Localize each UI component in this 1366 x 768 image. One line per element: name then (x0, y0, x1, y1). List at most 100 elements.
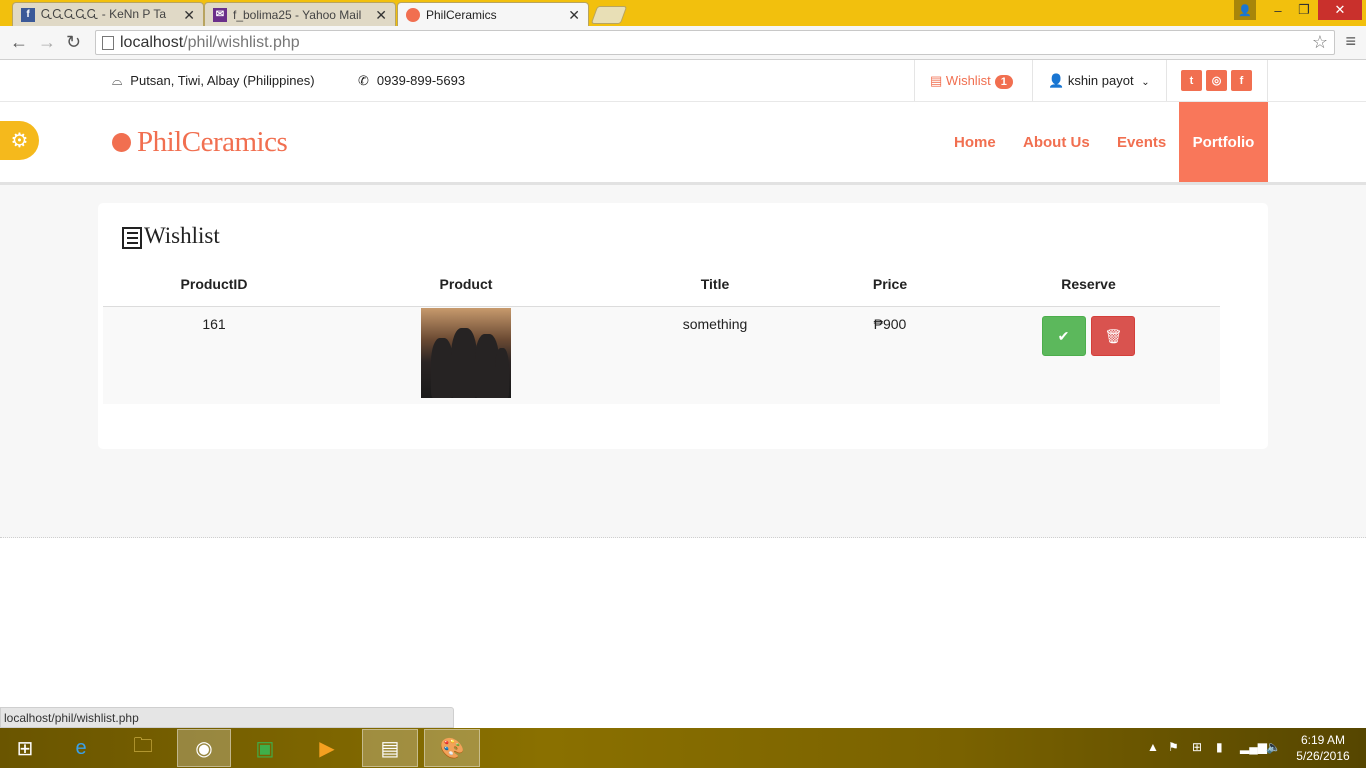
url-host: localhost (120, 34, 184, 51)
tab-title: ᏩᏩᏩᏩᏩ - KeNn P Ta (41, 7, 167, 21)
column-header: ProductID (103, 273, 325, 307)
user-menu[interactable]: 👤 kshin payot ⌄ (1048, 73, 1150, 89)
tab-title: f_bolima25 - Yahoo Mail (233, 7, 362, 22)
divider (1032, 60, 1033, 101)
list-icon: ▤ (930, 73, 943, 88)
nav-events[interactable]: Events (1117, 102, 1166, 182)
delete-button[interactable]: 🗑 (1091, 316, 1136, 356)
browser-tab[interactable]: ✉ f_bolima25 - Yahoo Mail ✕ (204, 2, 396, 26)
facebook-icon[interactable]: f (1231, 70, 1252, 91)
clock-date: 5/26/2016 (1296, 749, 1350, 763)
site-info-bar: ⌓ Putsan, Tiwi, Albay (Philippines) ✆ 0939… (0, 60, 1366, 102)
logo-text: PhilCeramics (137, 126, 288, 158)
site-logo[interactable]: PhilCeramics (112, 126, 288, 159)
price-cell: ₱900 (823, 306, 957, 404)
show-hidden-icons-icon[interactable]: ▲ (1147, 740, 1159, 754)
close-icon[interactable]: ✕ (568, 7, 580, 24)
reserve-button[interactable]: ✔ (1041, 316, 1086, 356)
paint-icon[interactable]: 🎨 (424, 729, 480, 767)
mail-icon: ✉ (213, 7, 227, 22)
taskbar-clock[interactable]: 6:19 AM 5/26/2016 (1290, 732, 1356, 764)
list-icon (122, 227, 142, 249)
column-header: Product (325, 273, 607, 307)
minimize-icon[interactable]: – (1266, 0, 1290, 20)
username: kshin payot (1067, 73, 1134, 88)
phone-info: ✆ 0939-899-5693 (358, 73, 465, 89)
file-explorer-icon[interactable]: 🗀 (118, 729, 168, 767)
reload-icon[interactable]: ↻ (66, 32, 81, 53)
clock-time: 6:19 AM (1300, 733, 1346, 747)
browser-tab-strip: f ᏩᏩᏩᏩᏩ - KeNn P Ta ✕ ✉ f_bolima25 - Yah… (0, 0, 1366, 26)
chevron-down-icon: ⌄ (1141, 77, 1150, 88)
new-tab-button[interactable] (590, 6, 628, 24)
windows-icon[interactable]: ⊞ (1192, 740, 1202, 754)
divider (1166, 60, 1167, 101)
close-icon[interactable]: ✕ (375, 7, 387, 24)
wishlist-link[interactable]: ▤ Wishlist 1 (930, 73, 1013, 89)
table-row: 161 something ₱900 ✔ 🗑 (103, 306, 1220, 404)
product-cell (325, 306, 607, 404)
volume-icon[interactable]: 🔈 (1266, 740, 1281, 754)
url-path: /phil/wishlist.php (183, 34, 300, 51)
close-icon[interactable]: ✕ (183, 7, 195, 24)
phone-text: 0939-899-5693 (376, 73, 466, 88)
instagram-icon[interactable]: ◎ (1206, 70, 1227, 91)
column-header: Price (823, 273, 957, 307)
browser-tab[interactable]: f ᏩᏩᏩᏩᏩ - KeNn P Ta ✕ (12, 2, 204, 26)
nav-about-us[interactable]: About Us (1023, 102, 1090, 182)
flag-icon[interactable]: ⚑ (1168, 740, 1179, 754)
logo-dot-icon (112, 133, 131, 152)
address-info: ⌓ Putsan, Tiwi, Albay (Philippines) (112, 73, 315, 89)
facebook-icon: f (21, 7, 35, 22)
back-icon[interactable]: ← (10, 32, 28, 53)
twitter-icon[interactable]: t (1181, 70, 1202, 91)
status-bar-url: localhost/phil/wishlist.php (0, 707, 454, 728)
chrome-icon[interactable]: ◉ (177, 729, 231, 767)
store-icon[interactable]: ▣ (240, 729, 290, 767)
address-text: Putsan, Tiwi, Albay (Philippines) (130, 73, 315, 88)
media-player-icon[interactable]: ▶ (302, 729, 352, 767)
title-cell: something (607, 306, 823, 404)
menu-icon[interactable]: ≡ (1345, 31, 1356, 52)
product-image[interactable] (421, 308, 511, 398)
nav-home[interactable]: Home (954, 102, 996, 182)
wishlist-card: Wishlist ProductID Product Title Price R… (98, 203, 1268, 449)
taskbar: ⊞ e 🗀 ◉ ▣ ▶ ▤ 🎨 ▲ ⚑ ⊞ ▮ ▂▄▆ 🔈 6:19 AM 5/… (0, 728, 1366, 768)
browser-toolbar: ← → ↻ localhost/phil/wishlist.php ☆ ≡ (0, 26, 1366, 60)
page-title-text: Wishlist (144, 223, 220, 248)
windows-start-icon[interactable]: ⊞ (0, 729, 50, 767)
site-dot-icon (406, 7, 420, 22)
close-window-icon[interactable]: ✕ (1318, 0, 1362, 20)
reserve-cell: ✔ 🗑 (957, 306, 1220, 404)
wishlist-table: ProductID Product Title Price Reserve 16… (103, 273, 1220, 404)
signal-icon[interactable]: ▂▄▆ (1240, 740, 1267, 754)
site-header: ⚙ PhilCeramics Home About Us Events Port… (0, 102, 1366, 185)
bookmark-star-icon[interactable]: ☆ (1312, 31, 1328, 54)
location-icon: ⌓ (112, 73, 123, 88)
internet-explorer-icon[interactable]: e (56, 729, 106, 767)
app-window-icon[interactable]: ▤ (362, 729, 418, 767)
profile-icon[interactable]: 👤 (1234, 0, 1256, 20)
gear-icon[interactable]: ⚙ (0, 121, 39, 160)
browser-tab-active[interactable]: PhilCeramics ✕ (397, 2, 589, 26)
trash-icon: 🗑 (1104, 327, 1123, 344)
battery-icon[interactable]: ▮ (1216, 740, 1223, 754)
divider (1267, 60, 1268, 101)
divider (914, 60, 915, 101)
product-id-cell: 161 (103, 306, 325, 404)
page-icon (102, 36, 114, 50)
restore-icon[interactable]: ❐ (1292, 0, 1316, 20)
wishlist-label: Wishlist (945, 73, 991, 88)
page-title: Wishlist (122, 223, 220, 249)
tab-title: PhilCeramics (426, 7, 497, 22)
phone-icon: ✆ (358, 73, 369, 88)
column-header: Title (607, 273, 823, 307)
check-icon: ✔ (1057, 327, 1070, 344)
user-icon: 👤 (1048, 73, 1065, 88)
address-bar[interactable]: localhost/phil/wishlist.php ☆ (95, 30, 1335, 55)
column-header: Reserve (957, 273, 1220, 307)
nav-portfolio[interactable]: Portfolio (1179, 102, 1268, 182)
forward-icon[interactable]: → (38, 32, 56, 53)
table-header-row: ProductID Product Title Price Reserve (103, 273, 1220, 307)
wishlist-count-badge: 1 (994, 75, 1013, 89)
